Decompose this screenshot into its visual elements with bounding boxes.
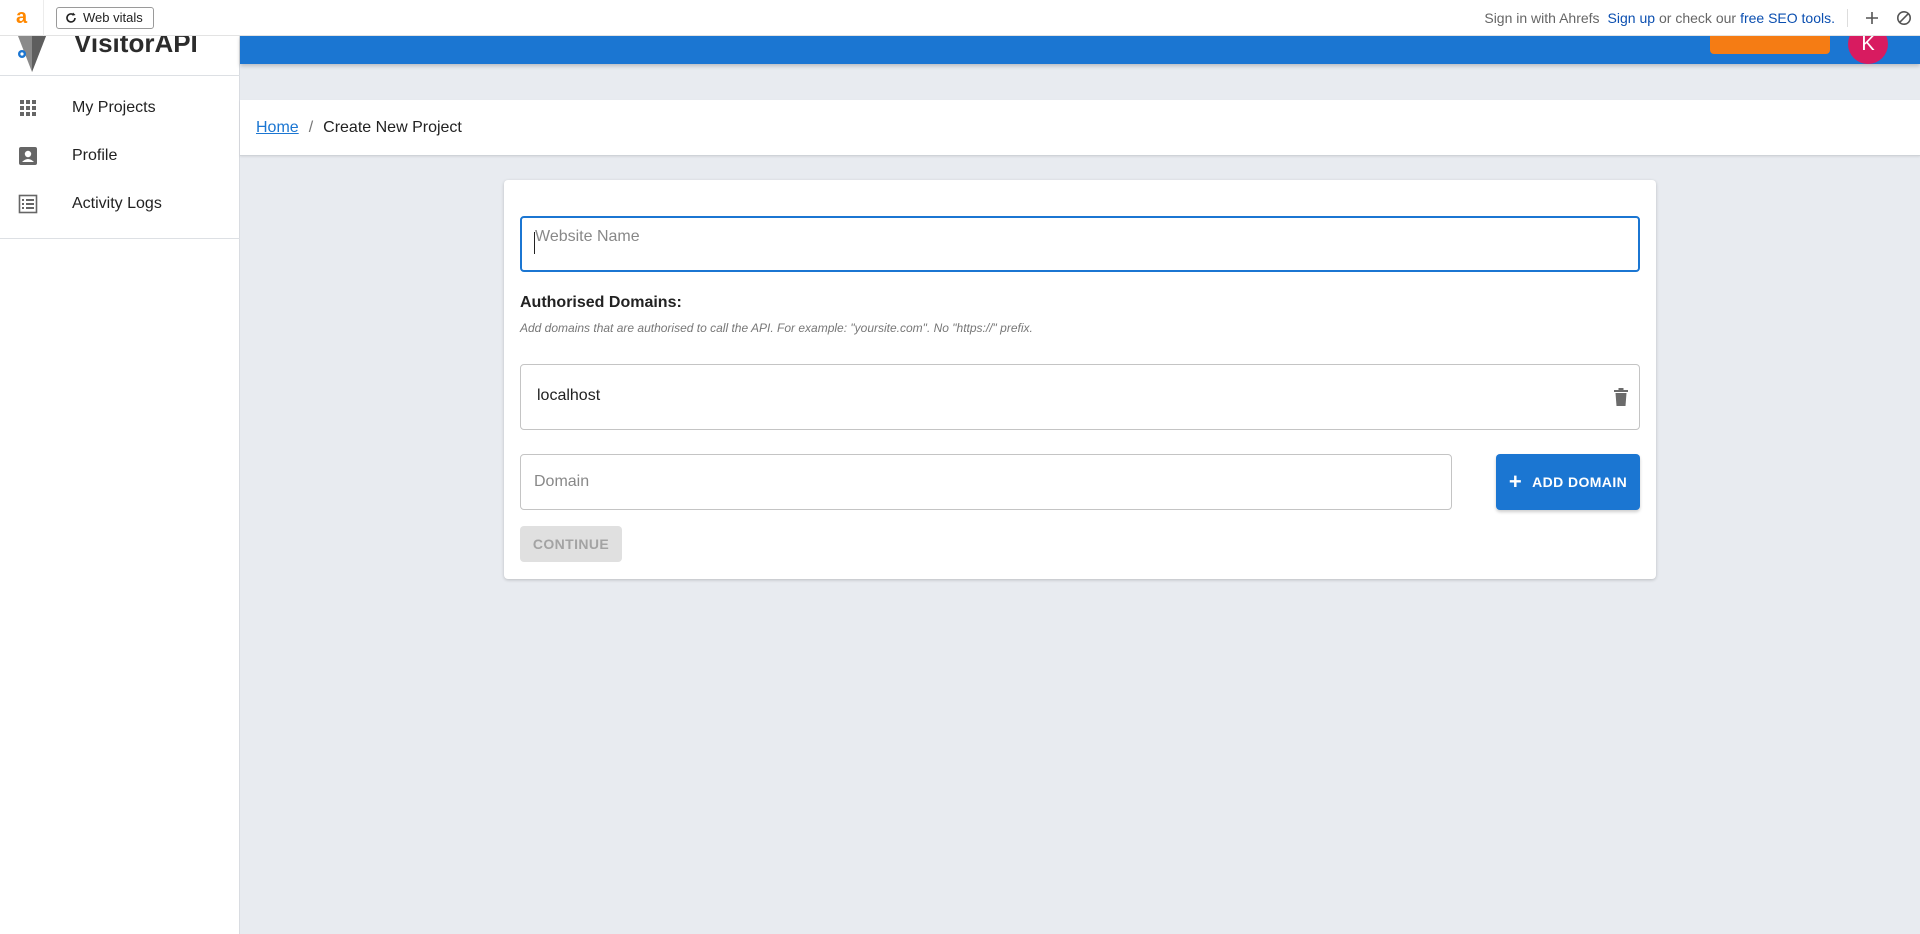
app-bar: K <box>240 24 1920 64</box>
continue-button[interactable]: CONTINUE <box>520 526 622 562</box>
sidebar-item-my-projects[interactable]: My Projects <box>0 84 240 132</box>
sidebar-divider <box>0 238 240 239</box>
list-icon <box>18 194 38 214</box>
create-project-card: Website Name Authorised Domains: Add dom… <box>504 180 1656 579</box>
sidebar-item-label: Profile <box>72 147 118 164</box>
breadcrumb-separator: / <box>308 118 314 136</box>
authorised-domains-title: Authorised Domains: <box>520 294 682 311</box>
breadcrumb: Home / Create New Project <box>240 100 1920 156</box>
sidebar-item-activity-logs[interactable]: Activity Logs <box>0 180 240 228</box>
add-domain-button[interactable]: + ADD DOMAIN <box>1496 454 1640 510</box>
ahrefs-toolbar: a Web vitals Sign in with Ahrefs Sign up… <box>0 0 1920 36</box>
web-vitals-label: Web vitals <box>83 10 143 25</box>
website-name-placeholder: Website Name <box>535 228 640 245</box>
add-domain-label: ADD DOMAIN <box>1532 474 1628 490</box>
sidebar-item-label: Activity Logs <box>72 195 162 212</box>
plus-icon: + <box>1508 469 1523 494</box>
breadcrumb-current: Create New Project <box>323 118 462 136</box>
ahrefs-logo-text: a <box>15 6 28 28</box>
sign-in-text: Sign in with Ahrefs <box>1484 10 1600 26</box>
website-name-input[interactable]: Website Name <box>520 216 1640 272</box>
visitorapi-logo-icon <box>18 36 46 72</box>
sidebar-item-profile[interactable]: Profile <box>0 132 240 180</box>
domain-placeholder: Domain <box>534 473 590 490</box>
domain-input[interactable]: Domain <box>520 454 1452 510</box>
refresh-icon <box>66 12 76 23</box>
sidebar: VisitorAPI My Projects Profile Activity … <box>0 0 240 934</box>
free-seo-tools-link[interactable]: free SEO tools. <box>1740 10 1835 26</box>
ahrefs-logo[interactable]: a <box>0 0 44 36</box>
text-caret <box>534 232 535 254</box>
sidebar-nav: My Projects Profile Activity Logs <box>0 84 240 228</box>
apps-grid-icon <box>20 100 36 116</box>
breadcrumb-home-link[interactable]: Home <box>256 119 299 137</box>
continue-label: CONTINUE <box>532 536 610 552</box>
authorised-domains-help: Add domains that are authorised to call … <box>520 321 1033 335</box>
trash-icon[interactable] <box>1613 387 1629 407</box>
web-vitals-button[interactable]: Web vitals <box>56 6 154 29</box>
or-check-text: or check our <box>1659 10 1737 26</box>
domain-value: localhost <box>537 387 601 404</box>
plus-icon[interactable] <box>1856 0 1888 36</box>
domain-list-item: localhost <box>520 364 1640 430</box>
sidebar-item-label: My Projects <box>72 99 156 116</box>
profile-badge-icon <box>19 147 37 165</box>
toolbar-divider <box>1847 9 1848 27</box>
ahrefs-toolbar-right: Sign in with Ahrefs Sign up or check our… <box>1484 0 1920 36</box>
sign-up-link[interactable]: Sign up <box>1608 10 1655 26</box>
block-icon[interactable] <box>1888 0 1920 36</box>
